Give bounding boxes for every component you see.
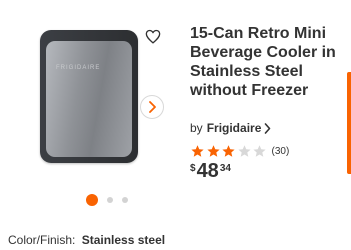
- rating[interactable]: (30): [190, 144, 289, 158]
- color-finish-value: Stainless steel: [81, 233, 166, 247]
- price-dollars: 48: [196, 160, 219, 182]
- star-icon: [191, 145, 204, 157]
- color-finish: Color/Finish: Stainless steel: [8, 233, 165, 247]
- gallery-dot[interactable]: [122, 197, 128, 203]
- favorite-button[interactable]: [143, 26, 163, 46]
- chevron-right-icon: [149, 101, 156, 113]
- review-count: (30): [271, 145, 290, 157]
- star-icon: [237, 145, 251, 157]
- brand-name: Frigidaire: [206, 121, 262, 135]
- image-logo: FRIGIDAIRE: [56, 65, 101, 71]
- heart-icon: [145, 29, 161, 43]
- color-finish-label: Color/Finish:: [8, 233, 76, 247]
- star-icon: [222, 145, 235, 157]
- brand-prefix: by: [190, 121, 203, 135]
- gallery-dots: [86, 194, 128, 206]
- chevron-right-icon: [264, 122, 271, 134]
- rating-stars: [190, 144, 268, 158]
- star-icon: [206, 145, 220, 157]
- gallery-dot[interactable]: [107, 197, 113, 203]
- cooler-door: FRIGIDAIRE: [46, 41, 132, 157]
- price: $ 48 34: [190, 160, 231, 182]
- star-icon: [253, 145, 266, 157]
- brand-link[interactable]: by Frigidaire: [190, 121, 271, 135]
- side-panel-edge[interactable]: [347, 72, 351, 174]
- product-card: FRIGIDAIRE 15-Can Retro Mini Beverage Co…: [0, 0, 351, 250]
- next-image-button[interactable]: [140, 95, 164, 119]
- product-image[interactable]: FRIGIDAIRE: [40, 30, 138, 163]
- gallery-dot[interactable]: [86, 194, 98, 206]
- product-title: 15-Can Retro Mini Beverage Cooler in Sta…: [190, 25, 336, 99]
- price-symbol: $: [190, 163, 196, 174]
- price-cents: 34: [219, 163, 231, 174]
